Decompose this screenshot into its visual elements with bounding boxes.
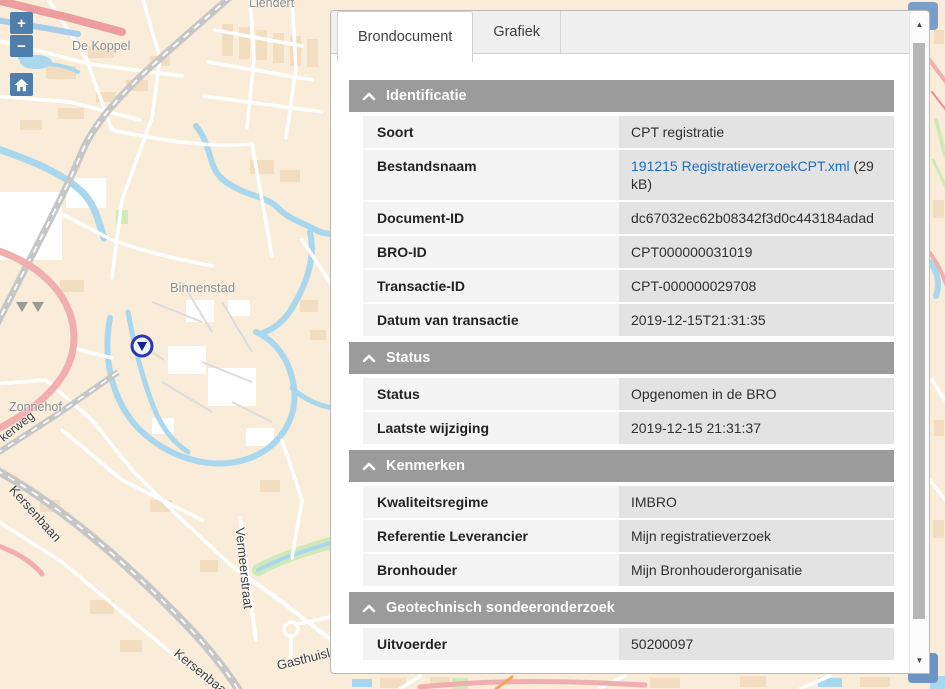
row-value: 2019-12-15 21:31:37	[619, 412, 894, 444]
table-row: Soort CPT registratie	[363, 116, 894, 148]
tab-bar: Brondocument Grafiek	[331, 11, 929, 54]
table-row: Transactie-ID CPT-000000029708	[363, 270, 894, 302]
section-header-kenmerken[interactable]: Kenmerken	[349, 450, 894, 482]
table-row: Bronhouder Mijn Bronhouderorganisatie	[363, 554, 894, 586]
panel-content: Identificatie Soort CPT registratie Best…	[331, 54, 929, 660]
table-row: Uitvoerder 50200097	[363, 628, 894, 660]
scrollbar-thumb[interactable]	[913, 43, 925, 619]
home-icon	[14, 78, 29, 92]
row-label: Datum van transactie	[363, 304, 619, 336]
row-label: Laatste wijziging	[363, 412, 619, 444]
map-label-de-koppel: De Koppel	[72, 39, 130, 53]
map-label-zonnehof: Zonnehof	[9, 400, 62, 414]
row-value: dc67032ec62b08342f3d0c443184adad	[619, 202, 894, 234]
tab-brondocument[interactable]: Brondocument	[337, 11, 473, 62]
chevron-up-icon	[362, 603, 376, 613]
row-value: IMBRO	[619, 486, 894, 518]
chevron-up-icon	[362, 91, 376, 101]
cpt-marker[interactable]	[130, 334, 154, 358]
scrollbar-up-button[interactable]: ▲	[910, 13, 929, 35]
section-title: Status	[386, 350, 430, 366]
zoom-in-button[interactable]: +	[10, 12, 33, 34]
row-value: CPT-000000029708	[619, 270, 894, 302]
row-label: Status	[363, 378, 619, 410]
row-label: Soort	[363, 116, 619, 148]
row-label: Document-ID	[363, 202, 619, 234]
section-header-identificatie[interactable]: Identificatie	[349, 80, 894, 112]
row-value: 2019-12-15T21:31:35	[619, 304, 894, 336]
row-label: Kwaliteitsregime	[363, 486, 619, 518]
row-label: Uitvoerder	[363, 628, 619, 660]
row-label: Transactie-ID	[363, 270, 619, 302]
row-value: Opgenomen in de BRO	[619, 378, 894, 410]
section-header-status[interactable]: Status	[349, 342, 894, 374]
home-button[interactable]	[10, 73, 33, 96]
section-status: Status Status Opgenomen in de BRO Laatst…	[349, 342, 894, 444]
row-value: CPT000000031019	[619, 236, 894, 268]
section-title: Identificatie	[386, 88, 467, 104]
table-row: Document-ID dc67032ec62b08342f3d0c443184…	[363, 202, 894, 234]
cpt-marker-icon	[130, 334, 154, 358]
section-kenmerken: Kenmerken Kwaliteitsregime IMBRO Referen…	[349, 450, 894, 586]
app-window: Liendert De Koppel Binnenstad Zonnehof k…	[0, 0, 945, 689]
row-value: Mijn registratieverzoek	[619, 520, 894, 552]
table-row: BRO-ID CPT000000031019	[363, 236, 894, 268]
section-header-geotechnisch[interactable]: Geotechnisch sondeeronderzoek	[349, 592, 894, 624]
chevron-up-icon	[362, 353, 376, 363]
section-title: Kenmerken	[386, 458, 465, 474]
scrollbar-down-button[interactable]: ▼	[910, 649, 929, 671]
row-value: CPT registratie	[619, 116, 894, 148]
section-identificatie: Identificatie Soort CPT registratie Best…	[349, 80, 894, 336]
row-label: Referentie Leverancier	[363, 520, 619, 552]
table-row: Status Opgenomen in de BRO	[363, 378, 894, 410]
table-row: Datum van transactie 2019-12-15T21:31:35	[363, 304, 894, 336]
row-label: Bestandsnaam	[363, 150, 619, 200]
chevron-up-icon	[362, 461, 376, 471]
section-geotechnisch-sondeeronderzoek: Geotechnisch sondeeronderzoek Uitvoerder…	[349, 592, 894, 660]
row-value: 191215 RegistratieverzoekCPT.xml (29 kB)	[619, 150, 894, 200]
section-title: Geotechnisch sondeeronderzoek	[386, 600, 615, 616]
row-label: Bronhouder	[363, 554, 619, 586]
detail-panel: Brondocument Grafiek Identificatie Soort…	[330, 10, 930, 674]
map-label-liendert: Liendert	[249, 0, 294, 10]
table-row: Referentie Leverancier Mijn registratiev…	[363, 520, 894, 552]
tab-grafiek[interactable]: Grafiek	[473, 11, 561, 53]
file-download-link[interactable]: 191215 RegistratieverzoekCPT.xml	[631, 158, 850, 174]
map-label-binnenstad: Binnenstad	[170, 280, 235, 295]
row-value: 50200097	[619, 628, 894, 660]
table-row: Bestandsnaam 191215 RegistratieverzoekCP…	[363, 150, 894, 200]
zoom-out-button[interactable]: −	[10, 35, 33, 57]
row-label: BRO-ID	[363, 236, 619, 268]
table-row: Kwaliteitsregime IMBRO	[363, 486, 894, 518]
table-row: Laatste wijziging 2019-12-15 21:31:37	[363, 412, 894, 444]
panel-scrollbar[interactable]: ▲ ▼	[909, 11, 929, 673]
row-value: Mijn Bronhouderorganisatie	[619, 554, 894, 586]
